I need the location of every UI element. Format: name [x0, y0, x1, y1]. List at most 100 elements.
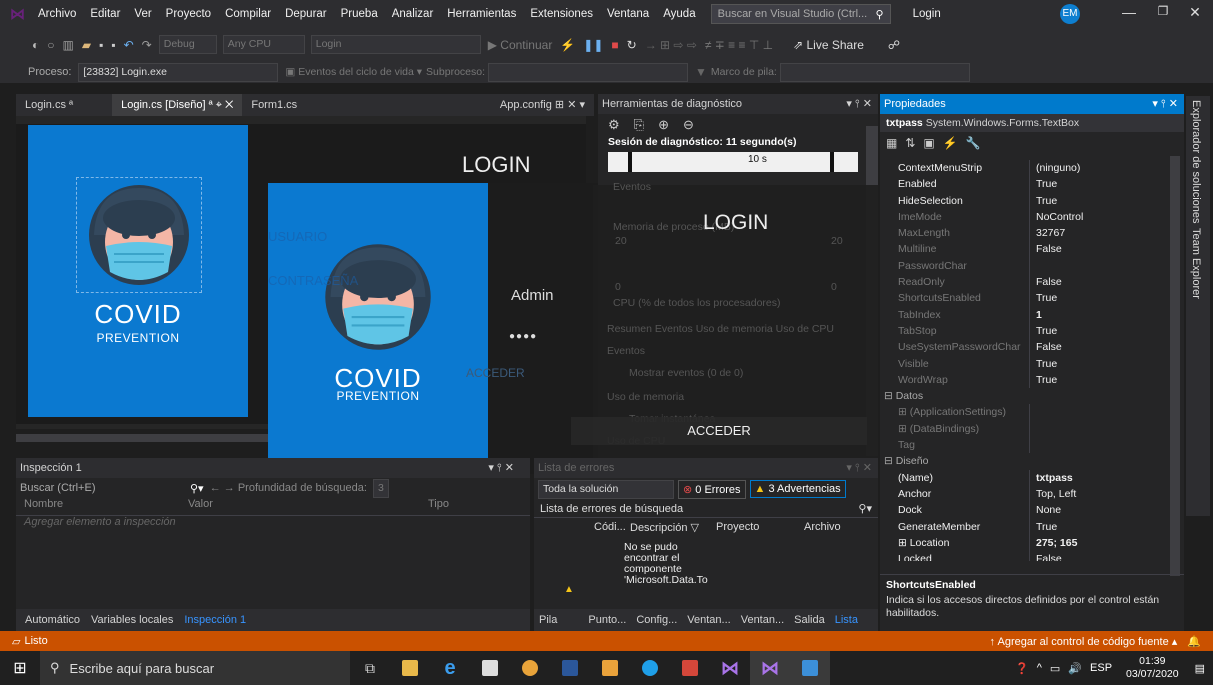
open-icon[interactable]: ▰: [78, 38, 95, 52]
panel-options-icon[interactable]: ▾ ⫯ ✕: [1152, 97, 1178, 111]
prop-row[interactable]: ReadOnly False: [880, 274, 1170, 291]
col-code[interactable]: Códi...: [534, 521, 626, 533]
col-file[interactable]: Archivo: [804, 521, 841, 533]
prop-value[interactable]: False: [1030, 339, 1062, 355]
prop-row[interactable]: Locked False: [880, 551, 1170, 562]
prop-value[interactable]: [1030, 404, 1036, 420]
design-side-panel[interactable]: COVID PREVENTION: [28, 125, 248, 417]
col-project[interactable]: Proyecto: [716, 521, 804, 533]
restart-icon[interactable]: ↻: [623, 38, 641, 52]
undo-icon[interactable]: ↶: [120, 38, 138, 52]
prop-category[interactable]: ⊟ Datos: [880, 388, 1170, 404]
prop-value[interactable]: [1030, 258, 1036, 274]
prop-value[interactable]: (ninguno): [1030, 160, 1080, 176]
prop-value[interactable]: txtpass: [1030, 470, 1073, 486]
prop-value[interactable]: False: [1030, 551, 1062, 561]
prop-row[interactable]: ImeMode NoControl: [880, 208, 1170, 226]
search-icon[interactable]: ⚲▾: [190, 482, 204, 495]
stack-frame-select[interactable]: [779, 62, 970, 82]
tab-login-design[interactable]: Login.cs [Diseño] ª ⌖ ✕: [112, 94, 243, 116]
prop-row[interactable]: GenerateMember True: [880, 518, 1170, 535]
app-icon-2[interactable]: [670, 651, 710, 685]
menu-analizar[interactable]: Analizar: [385, 8, 441, 20]
tab-team-explorer[interactable]: Team Explorer: [1190, 228, 1202, 299]
platform-select[interactable]: Any CPU: [222, 35, 305, 54]
prop-value[interactable]: NoControl: [1030, 209, 1083, 225]
tab-autos[interactable]: Automático: [16, 609, 89, 631]
tab-login-cs[interactable]: Login.cs ª: [16, 94, 82, 116]
avatar[interactable]: EM: [1060, 4, 1080, 24]
edge-icon[interactable]: e: [430, 651, 470, 685]
prop-category[interactable]: ⊟ Diseño: [880, 453, 1170, 469]
zoom-in-icon[interactable]: ⊕: [658, 117, 669, 133]
prop-row[interactable]: UseSystemPasswordChar False: [880, 339, 1170, 356]
properties-icon[interactable]: ▣: [923, 136, 934, 150]
chrome-icon[interactable]: [510, 651, 550, 685]
filter-icon[interactable]: ▼: [691, 65, 711, 79]
warnings-filter-button[interactable]: ▲ 3 Advertencias: [749, 480, 846, 498]
diag-timeline[interactable]: 10 s: [608, 152, 858, 172]
prop-value[interactable]: True: [1030, 290, 1057, 306]
tab-config[interactable]: Config...: [631, 609, 682, 631]
menu-extensiones[interactable]: Extensiones: [523, 8, 600, 20]
task-view-icon[interactable]: ⧉: [350, 651, 390, 685]
prop-row[interactable]: Visible True: [880, 355, 1170, 372]
tab-window-1[interactable]: Ventan...: [682, 609, 735, 631]
new-project-icon[interactable]: ▥: [59, 38, 78, 52]
prop-row[interactable]: ⊞ (ApplicationSettings): [880, 404, 1170, 421]
watch-search-input[interactable]: Buscar (Ctrl+E): [20, 482, 190, 494]
hot-reload-icon[interactable]: ⚡: [556, 38, 579, 52]
prop-row[interactable]: PasswordChar: [880, 257, 1170, 275]
prop-row[interactable]: ⊞ (DataBindings): [880, 420, 1170, 438]
col-description[interactable]: Descripción ▽: [624, 521, 716, 534]
add-watch-item[interactable]: Agregar elemento a inspección: [16, 516, 530, 532]
prop-value[interactable]: True: [1030, 193, 1057, 209]
menu-editar[interactable]: Editar: [83, 8, 127, 20]
prop-value[interactable]: True: [1030, 372, 1057, 388]
object-selector[interactable]: txtpass System.Windows.Forms.TextBox: [880, 114, 1184, 132]
language-indicator[interactable]: ESP: [1090, 662, 1112, 674]
prop-value[interactable]: 275; 165: [1030, 535, 1077, 551]
network-icon[interactable]: ▭: [1050, 662, 1060, 675]
tab-error-list[interactable]: Lista d...: [830, 609, 878, 648]
menu-archivo[interactable]: Archivo: [31, 8, 83, 20]
nav-arrows-icon[interactable]: ← →: [210, 482, 235, 494]
clock[interactable]: 01:39 03/07/2020: [1126, 655, 1179, 681]
error-row-description[interactable]: No se pudo encontrar el componente 'Micr…: [624, 542, 720, 592]
panel-options-icon[interactable]: ▾ ⫯ ✕: [846, 461, 872, 475]
categorized-icon[interactable]: ▦: [886, 136, 897, 150]
depth-select[interactable]: 3: [372, 478, 389, 498]
prop-row[interactable]: Tag: [880, 437, 1170, 454]
thread-select[interactable]: [488, 62, 689, 82]
volume-icon[interactable]: 🔊: [1068, 662, 1082, 675]
search-input[interactable]: Buscar en Visual Studio (Ctrl... ⚲: [710, 4, 891, 24]
properties-vscrollbar[interactable]: [1170, 156, 1180, 576]
acceder-button[interactable]: ACCEDER: [571, 417, 867, 445]
visual-studio-icon-2[interactable]: ⋈: [750, 651, 790, 685]
skype-icon[interactable]: [630, 651, 670, 685]
stop-icon[interactable]: ■: [607, 38, 622, 52]
prop-value[interactable]: Top, Left: [1030, 486, 1076, 502]
error-search-input[interactable]: Lista de errores de búsqueda ⚲▾: [534, 500, 878, 518]
forward-icon[interactable]: ○: [43, 38, 58, 52]
user-textbox[interactable]: Admin: [511, 287, 554, 304]
prop-value[interactable]: True: [1030, 323, 1057, 339]
events-icon[interactable]: ⚡: [943, 136, 958, 150]
minimize-icon[interactable]: —: [1114, 4, 1144, 24]
tab-locals[interactable]: Variables locales: [89, 609, 175, 631]
prop-row[interactable]: WordWrap True: [880, 371, 1170, 389]
process-select[interactable]: [23832] Login.exe: [78, 62, 279, 82]
pin-icon[interactable]: ª: [69, 99, 73, 111]
alphabetical-icon[interactable]: ⇅: [905, 136, 915, 150]
errors-filter-button[interactable]: ⊗ 0 Errores: [678, 479, 746, 499]
restore-icon[interactable]: ❐: [1148, 4, 1178, 24]
timeline-start-handle[interactable]: [628, 152, 632, 172]
menu-prueba[interactable]: Prueba: [334, 8, 385, 20]
back-icon[interactable]: ◐: [28, 38, 43, 52]
prop-row[interactable]: MaxLength 32767: [880, 225, 1170, 242]
panel-options-icon[interactable]: ▾ ⫯ ✕: [846, 97, 872, 111]
prop-row[interactable]: ⊞ Location 275; 165: [880, 534, 1170, 552]
export-icon[interactable]: ⎘: [634, 117, 644, 133]
prop-row[interactable]: Anchor Top, Left: [880, 485, 1170, 503]
zoom-out-icon[interactable]: ⊖: [683, 117, 694, 133]
